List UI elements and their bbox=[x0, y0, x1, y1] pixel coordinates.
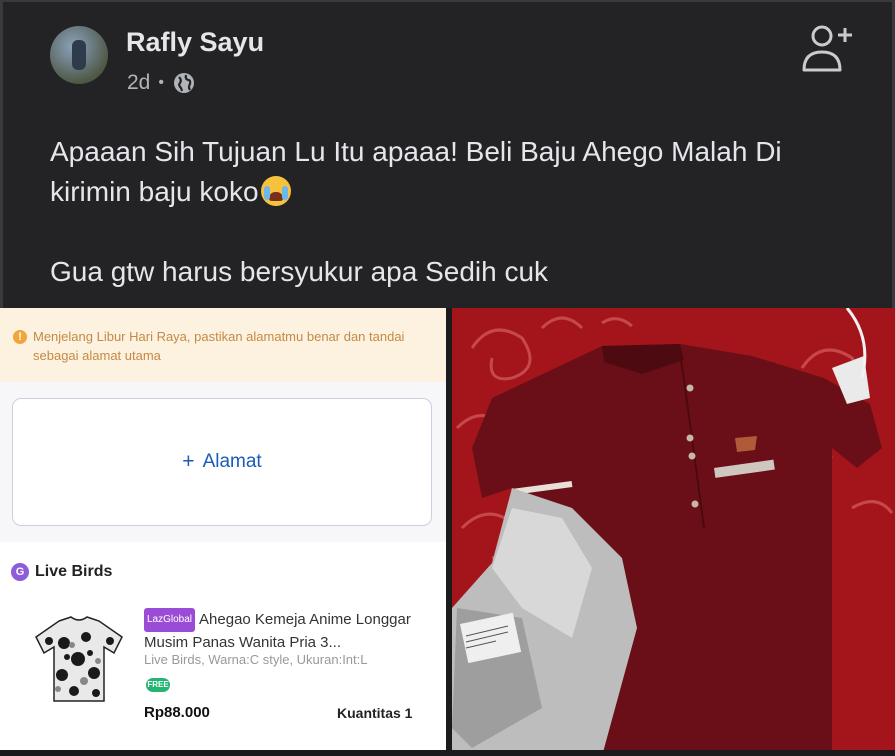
store-icon: G bbox=[11, 563, 29, 581]
notice-text: Menjelang Libur Hari Raya, pastikan alam… bbox=[33, 329, 405, 363]
order-item-card: G Live Birds LazGlobal Ahegao Kemeja Anim… bbox=[0, 542, 446, 756]
facebook-post: Rafly Sayu 2d • Apaaan Sih Tujuan Lu Itu… bbox=[0, 0, 895, 756]
add-address-label: Alamat bbox=[202, 451, 262, 472]
post-bottom-edge bbox=[0, 750, 895, 756]
free-shipping-badge: FREE bbox=[146, 678, 170, 692]
add-address-button[interactable]: + Alamat bbox=[13, 399, 431, 525]
author-name[interactable]: Rafly Sayu bbox=[126, 27, 264, 58]
post-time[interactable]: 2d bbox=[127, 71, 150, 95]
product-title-block[interactable]: LazGlobal Ahegao Kemeja Anime Longgar Mus… bbox=[144, 608, 436, 654]
post-meta: 2d • bbox=[127, 71, 196, 95]
plus-icon: + bbox=[182, 450, 195, 473]
product-variant: Live Birds, Warna:C style, Ukuran:Int:L bbox=[144, 652, 368, 667]
photo-received-shirt[interactable] bbox=[452, 308, 895, 756]
post-text-line-2-text: kirimin baju koko bbox=[50, 176, 259, 207]
post-border-top bbox=[0, 0, 895, 2]
post-text-line-3: Gua gtw harus bersyukur apa Sedih cuk bbox=[50, 256, 549, 287]
post-text: Apaaan Sih Tujuan Lu Itu apaaa! Beli Baj… bbox=[50, 132, 850, 292]
crying-face-emoji bbox=[260, 176, 291, 206]
warning-icon: ! bbox=[13, 330, 27, 344]
lazglobal-badge: LazGlobal bbox=[144, 608, 196, 632]
avatar[interactable] bbox=[50, 26, 108, 84]
post-text-line-1: Apaaan Sih Tujuan Lu Itu apaaa! Beli Baj… bbox=[50, 136, 782, 167]
meta-separator: • bbox=[158, 74, 164, 91]
add-address-card[interactable]: + Alamat bbox=[12, 398, 432, 526]
globe-icon bbox=[173, 73, 194, 93]
photo-checkout-screenshot[interactable]: ! Menjelang Libur Hari Raya, pastikan al… bbox=[0, 308, 446, 756]
add-friend-icon[interactable] bbox=[800, 22, 858, 74]
product-thumbnail[interactable] bbox=[34, 615, 124, 703]
post-text-line-2: kirimin baju koko bbox=[50, 172, 850, 212]
post-border-left bbox=[0, 0, 3, 310]
seller-row[interactable]: G Live Birds bbox=[11, 563, 112, 581]
product-quantity: Kuantitas 1 bbox=[337, 705, 413, 721]
seller-name: Live Birds bbox=[35, 563, 113, 580]
holiday-notice-banner: ! Menjelang Libur Hari Raya, pastikan al… bbox=[0, 308, 446, 382]
product-price: Rp88.000 bbox=[144, 704, 210, 721]
